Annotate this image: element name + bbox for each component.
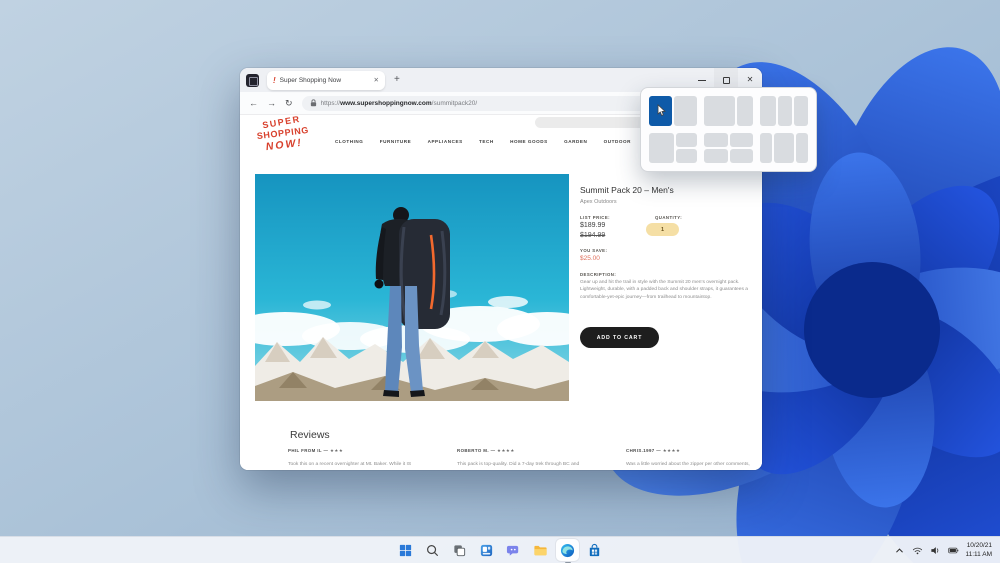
browser-tab[interactable]: ! Super Shopping Now ✕ (267, 70, 385, 90)
taskbar-clock[interactable]: 10/20/21 11:11 AM (966, 542, 993, 559)
site-nav: CLOTHING FURNITURE APPLIANCES TECH HOME GOOD… (335, 139, 631, 144)
tab-actions-icon[interactable] (246, 73, 259, 87)
snap-layout-option-4[interactable] (649, 133, 698, 163)
star-rating: ★★★★ (662, 448, 681, 453)
snap-zone-selected[interactable] (649, 96, 673, 126)
snap-zone[interactable] (704, 96, 736, 126)
nav-item-furniture[interactable]: FURNITURE (380, 139, 412, 144)
snap-zone[interactable] (793, 96, 808, 126)
forward-icon[interactable]: → (267, 98, 276, 108)
lock-icon (310, 99, 316, 107)
refresh-icon[interactable]: ↻ (285, 98, 293, 108)
product-title: Summit Pack 20 – Men's (580, 185, 674, 195)
product-price: $189.99 (580, 222, 606, 229)
edge-icon[interactable] (556, 539, 579, 561)
chat-icon[interactable] (502, 539, 525, 561)
tray-chevron-icon[interactable] (894, 545, 905, 556)
snap-zone[interactable] (676, 133, 698, 147)
list-price-label: LIST PRICE: (580, 215, 611, 220)
snap-zone[interactable] (773, 133, 794, 163)
snap-layout-option-5[interactable] (704, 133, 753, 163)
reviews-heading: Reviews (290, 429, 330, 441)
review-item: PHIL FROM IL — ★★★ Took this on a recent … (288, 448, 446, 468)
star-rating: ★★★ (329, 448, 344, 453)
snap-zone[interactable] (704, 149, 728, 163)
file-explorer-icon[interactable] (529, 539, 552, 561)
snap-zone[interactable] (676, 149, 698, 163)
snap-zone[interactable] (777, 96, 792, 126)
quantity-stepper[interactable]: 1 (646, 223, 679, 236)
nav-item-garden[interactable]: GARDEN (564, 139, 587, 144)
snap-zone[interactable] (704, 133, 728, 147)
save-amount: $25.00 (580, 255, 600, 262)
product-old-price: $194.99 (580, 232, 606, 239)
task-view-icon[interactable] (448, 539, 471, 561)
tab-close-icon[interactable]: ✕ (374, 76, 379, 84)
cursor-icon (657, 104, 666, 117)
review-text: Was a little worried about the zipper pe… (626, 462, 750, 467)
nav-item-home-goods[interactable]: HOME GOODS (510, 139, 548, 144)
nav-item-appliances[interactable]: APPLIANCES (428, 139, 463, 144)
snap-zone[interactable] (759, 96, 776, 126)
widgets-icon[interactable] (475, 539, 498, 561)
snap-layouts-grid (641, 88, 816, 171)
url-text: https://www.supershoppingnow.com/summitp… (320, 99, 478, 107)
site-logo[interactable]: SUPER SHOPPING NOW! (248, 114, 317, 154)
description-label: DESCRIPTION: (580, 272, 617, 277)
snap-zone[interactable] (729, 133, 753, 147)
review-text: Took this on a recent overnighter at Mt.… (288, 462, 412, 467)
reviews-list: PHIL FROM IL — ★★★ Took this on a recent … (288, 448, 754, 468)
site-favicon-icon: ! (273, 75, 276, 85)
product-description: Gear up and hit the trail in style with … (580, 280, 749, 300)
wifi-icon[interactable] (912, 545, 923, 556)
snap-layout-option-1[interactable] (649, 96, 698, 126)
taskbar: 10/20/21 11:11 AM (0, 536, 1000, 563)
quantity-label: QUANTITY: (655, 215, 683, 220)
add-to-cart-button[interactable]: ADD TO CART (580, 327, 659, 348)
product-image (255, 174, 569, 401)
battery-icon[interactable] (947, 545, 959, 556)
tray-time: 11:11 AM (965, 550, 993, 558)
review-item: ROBERTO M. — ★★★★ This pack is top-qualit… (457, 448, 615, 468)
tray-date: 10/20/21 (966, 542, 992, 550)
new-tab-button[interactable]: + (394, 75, 400, 85)
system-tray: 10/20/21 11:11 AM (894, 537, 993, 563)
nav-item-clothing[interactable]: CLOTHING (335, 139, 363, 144)
desktop: ! Super Shopping Now ✕ + ✕ ← → ↻ https:/… (0, 0, 1000, 563)
search-icon[interactable] (421, 539, 444, 561)
nav-item-tech[interactable]: TECH (479, 139, 494, 144)
review-header: ROBERTO M. — ★★★★ (457, 448, 515, 453)
review-item: CHRIS.1997 — ★★★★ Was a little worried ab… (626, 448, 762, 468)
snap-layouts-flyout (640, 87, 817, 172)
you-save-label: YOU SAVE: (580, 248, 608, 253)
taskbar-icons (394, 539, 606, 561)
review-text: This pack is top-quality. Did a 7-day tr… (457, 462, 580, 467)
product-brand: Apex Outdoors (580, 199, 617, 205)
review-header: CHRIS.1997 — ★★★★ (626, 448, 681, 453)
snap-layout-option-6[interactable] (759, 133, 808, 163)
nav-item-outdoor[interactable]: OUTDOOR (604, 139, 631, 144)
review-header: PHIL FROM IL — ★★★ (288, 448, 344, 453)
snap-layout-option-2[interactable] (704, 96, 753, 126)
snap-zone[interactable] (796, 133, 808, 163)
store-icon[interactable] (583, 539, 606, 561)
start-icon[interactable] (394, 539, 417, 561)
snap-zone[interactable] (649, 133, 675, 163)
star-rating: ★★★★ (497, 448, 515, 453)
volume-icon[interactable] (930, 545, 941, 556)
back-icon[interactable]: ← (249, 98, 258, 108)
snap-layout-option-3[interactable] (759, 96, 808, 126)
tab-title: Super Shopping Now (279, 76, 342, 84)
snap-zone[interactable] (737, 96, 753, 126)
snap-zone[interactable] (674, 96, 698, 126)
snap-zone[interactable] (729, 149, 753, 163)
snap-zone[interactable] (759, 133, 772, 163)
